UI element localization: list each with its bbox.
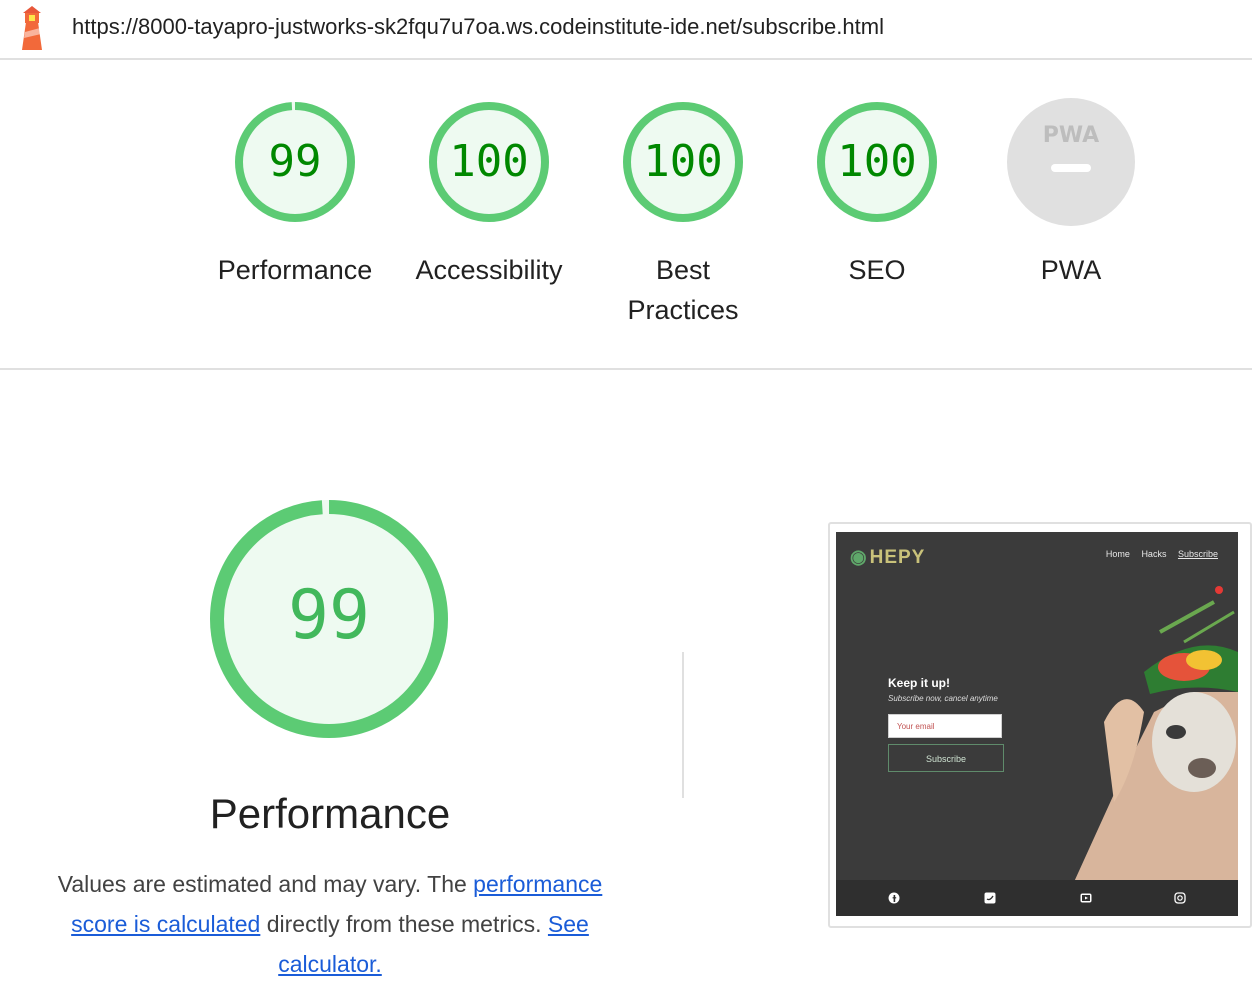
dog-icon: ◉ — [850, 547, 868, 568]
gauge-seo[interactable]: 100 SEO — [782, 98, 972, 290]
pwa-badge-text: PWA — [1043, 123, 1099, 148]
twitter-icon — [984, 892, 996, 904]
gauge-score: 100 — [449, 136, 529, 187]
logo-text: HEPY — [869, 547, 926, 568]
lighthouse-icon — [22, 6, 42, 50]
nav-home: Home — [1105, 549, 1130, 559]
youtube-icon — [1080, 893, 1092, 903]
subscribe-button: Subscribe — [888, 744, 1004, 772]
dog-photo-image — [1074, 586, 1238, 882]
score-gauges: 99 Performance 100 Accessibility 100 Bes… — [0, 60, 1252, 370]
divider — [682, 652, 684, 798]
note-text: Values are estimated and may vary. The — [57, 871, 474, 897]
performance-note: Values are estimated and may vary. The p… — [40, 864, 620, 984]
page-url[interactable]: https://8000-tayapro-justworks-sk2fqu7u7… — [72, 14, 884, 40]
gauge-best-practices[interactable]: 100 Best Practices — [588, 98, 778, 330]
site-footer — [836, 880, 1238, 916]
gauge-score: 100 — [643, 136, 723, 187]
subscribe-tagline: Subscribe now, cancel anytime — [888, 694, 998, 703]
instagram-icon — [1174, 892, 1186, 904]
gauge-label: Accessibility — [415, 255, 563, 285]
performance-score: 99 — [288, 576, 370, 655]
report-header: https://8000-tayapro-justworks-sk2fqu7u7… — [0, 0, 1252, 60]
final-screenshot[interactable]: ◉ HEPY Home Hacks Subscribe Keep it up! S… — [836, 532, 1238, 916]
site-logo: ◉ HEPY — [850, 546, 925, 569]
nav-hacks: Hacks — [1141, 549, 1167, 559]
gauge-score: 99 — [268, 136, 322, 187]
gauge-label: Best Practices — [627, 255, 739, 325]
gauge-score: 100 — [837, 136, 917, 187]
note-text: directly from these metrics. — [260, 911, 548, 937]
facebook-icon — [888, 892, 900, 904]
gauge-performance[interactable]: 99 Performance — [200, 98, 390, 290]
pwa-badge-icon: PWA — [1007, 98, 1135, 226]
gauge-pwa[interactable]: PWA PWA — [976, 98, 1166, 290]
gauge-label: SEO — [848, 255, 906, 285]
email-field: Your email — [888, 714, 1002, 738]
site-nav: Home Hacks Subscribe — [1097, 549, 1218, 559]
gauge-label: Performance — [217, 255, 373, 285]
performance-title: Performance — [209, 790, 451, 837]
gauge-accessibility[interactable]: 100 Accessibility — [394, 98, 584, 290]
nav-subscribe: Subscribe — [1177, 549, 1218, 559]
subscribe-heading: Keep it up! — [888, 676, 950, 690]
gauge-label: PWA — [1040, 255, 1102, 285]
